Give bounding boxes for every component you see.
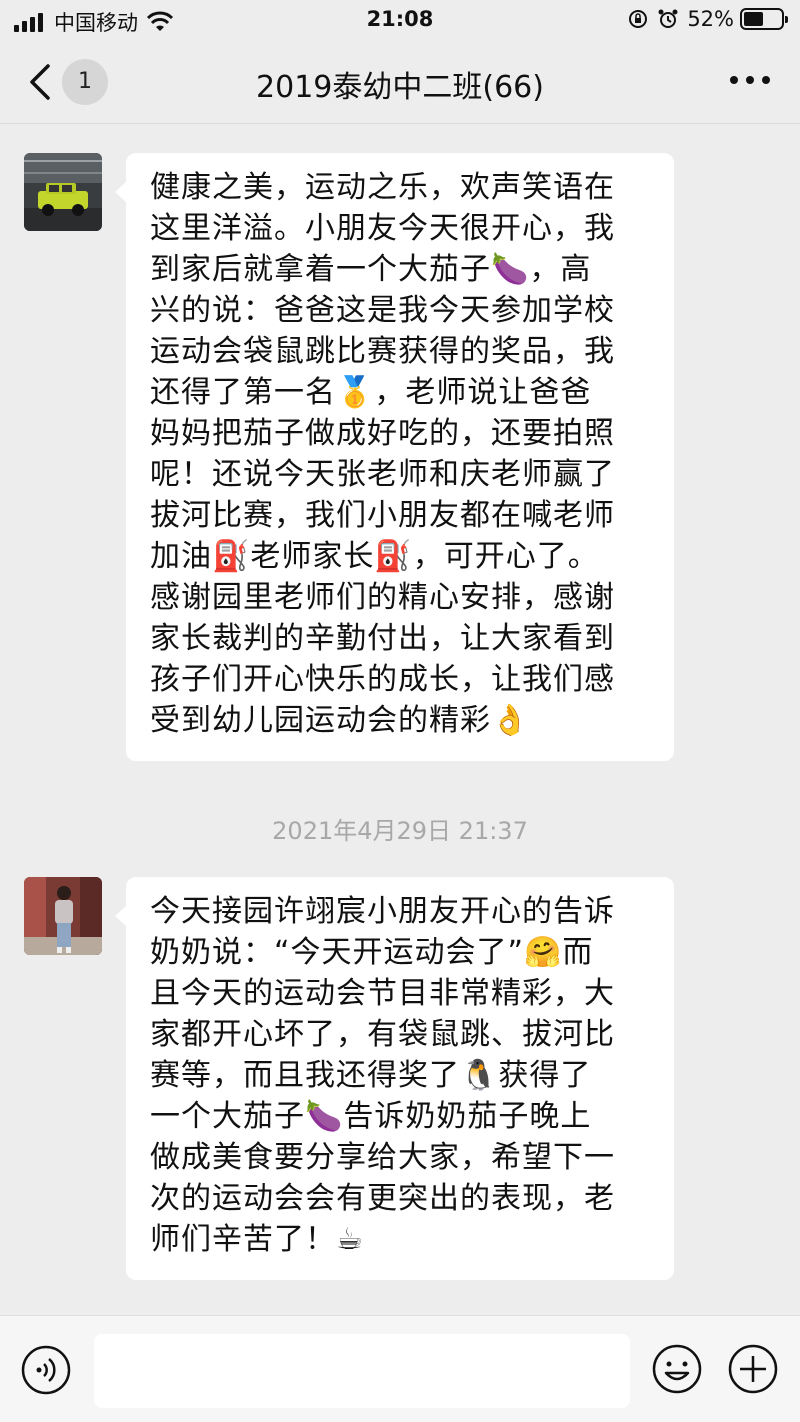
chat-area[interactable]: 健康之美，运动之乐，欢声笑语在 这里洋溢。小朋友今天很开心，我 到家后就拿着一个… [0,125,800,1315]
status-right: 52% [627,7,788,31]
page-title: 2019泰幼中二班(66) [256,70,544,105]
alarm-icon [658,9,678,28]
battery-icon [740,8,788,30]
status-bar: 中国移动 21:08 52% [0,0,800,40]
battery-percent: 52% [687,7,734,31]
input-bar [0,1315,800,1422]
emoji-icon[interactable] [651,1343,703,1395]
more-dots-icon[interactable] [730,76,770,88]
message-bubble[interactable]: 健康之美，运动之乐，欢声笑语在 这里洋溢。小朋友今天很开心，我 到家后就拿着一个… [115,153,674,761]
rotation-lock-icon [629,10,648,28]
chevron-left-icon[interactable] [24,62,60,102]
message-input[interactable] [94,1334,630,1408]
message-bubble[interactable]: 今天接园许翊宸小朋友开心的告诉 奶奶说：“今天开运动会了”🤗而 且今天的运动会节… [115,877,674,1280]
plus-icon[interactable] [727,1343,779,1395]
nav-bar: 1 2019泰幼中二班(66) [0,40,800,124]
battery-fill [744,12,763,26]
avatar[interactable] [24,153,102,231]
voice-icon[interactable] [21,1345,71,1395]
message-timestamp: 2021年4月29日 21:37 [272,817,528,845]
woman-photo [24,877,102,955]
green-suv-photo [24,153,102,231]
avatar[interactable] [24,877,102,955]
